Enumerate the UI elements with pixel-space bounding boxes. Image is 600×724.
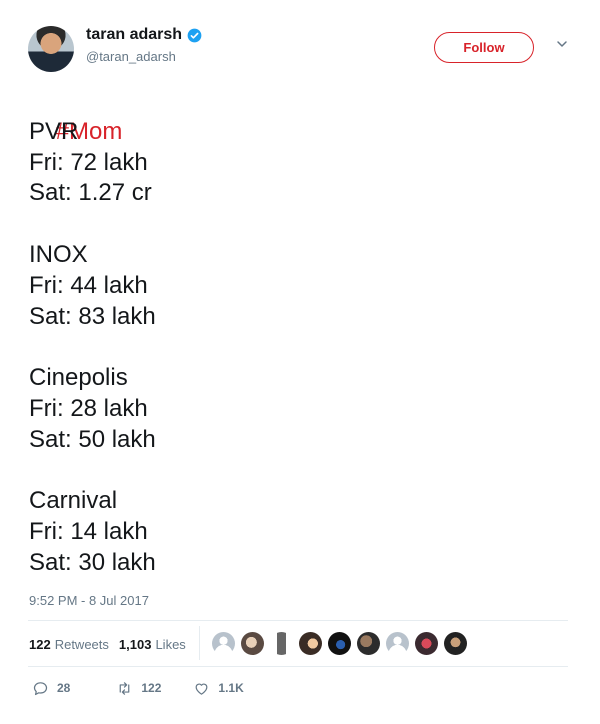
like-count: 1.1K xyxy=(218,681,244,695)
tweet-line xyxy=(29,456,549,487)
stats-separator xyxy=(199,626,200,660)
retweet-action[interactable]: 122 xyxy=(116,680,161,697)
hashtag-line: #Mom xyxy=(29,86,549,145)
tweet-line: Sat: 1.27 cr xyxy=(29,179,152,207)
retweets-label[interactable]: Retweets xyxy=(55,637,109,652)
retweet-icon[interactable] xyxy=(116,680,133,697)
liker-avatar[interactable] xyxy=(357,632,380,655)
retweet-count: 122 xyxy=(141,681,162,695)
tweet-line: Sat: 50 lakh xyxy=(29,425,156,453)
liker-avatar[interactable] xyxy=(212,632,235,655)
liker-avatar[interactable] xyxy=(270,632,293,655)
author-handle[interactable]: @taran_adarsh xyxy=(86,49,202,64)
like-action[interactable]: 1.1K xyxy=(193,680,244,697)
author-display-name[interactable]: taran adarsh xyxy=(86,26,182,44)
tweet-line xyxy=(29,332,549,363)
tweet-text: #Mom PVR Fri: 72 lakh Sat: 1.27 cr INOX … xyxy=(29,86,549,579)
tweet-line: Fri: 72 lakh xyxy=(29,148,148,176)
liker-avatar[interactable] xyxy=(386,632,409,655)
likes-count[interactable]: 1,103 xyxy=(119,637,152,652)
reply-count: 28 xyxy=(57,681,71,695)
liker-avatar[interactable] xyxy=(328,632,351,655)
tweet-line: Sat: 83 lakh xyxy=(29,302,156,330)
liker-avatar[interactable] xyxy=(299,632,322,655)
tweet-line: Fri: 44 lakh xyxy=(29,271,148,299)
divider-top xyxy=(28,620,568,621)
tweet-line: Fri: 28 lakh xyxy=(29,394,148,422)
reply-icon[interactable] xyxy=(32,680,49,697)
likes-label[interactable]: Likes xyxy=(155,637,185,652)
heart-icon[interactable] xyxy=(193,680,210,697)
author-name-row: taran adarsh xyxy=(86,26,202,44)
tweet-line: Fri: 14 lakh xyxy=(29,518,148,546)
chevron-down-icon[interactable] xyxy=(556,38,568,50)
liker-avatar[interactable] xyxy=(241,632,264,655)
divider-bottom xyxy=(28,666,568,667)
author-avatar[interactable] xyxy=(28,26,74,72)
engagement-stats: 122 Retweets 1,103 Likes xyxy=(29,632,186,656)
tweet-line: Sat: 30 lakh xyxy=(29,548,156,576)
retweets-count[interactable]: 122 xyxy=(29,637,51,652)
liker-avatars xyxy=(212,632,467,656)
tweet-line: INOX xyxy=(29,240,88,268)
tweet-header: taran adarsh @taran_adarsh Follow xyxy=(28,26,580,74)
tweet-timestamp[interactable]: 9:52 PM - 8 Jul 2017 xyxy=(29,593,149,608)
author-info: taran adarsh @taran_adarsh xyxy=(86,26,202,64)
tweet-line xyxy=(29,209,549,240)
reply-action[interactable]: 28 xyxy=(32,680,70,697)
tweet-line: Cinepolis xyxy=(29,364,128,392)
verified-badge-icon xyxy=(187,28,202,42)
liker-avatar[interactable] xyxy=(444,632,467,655)
liker-avatar[interactable] xyxy=(415,632,438,655)
follow-button[interactable]: Follow xyxy=(434,32,534,63)
tweet-actions: 28 122 1.1K xyxy=(32,678,244,698)
tweet-line: Carnival xyxy=(29,487,118,515)
